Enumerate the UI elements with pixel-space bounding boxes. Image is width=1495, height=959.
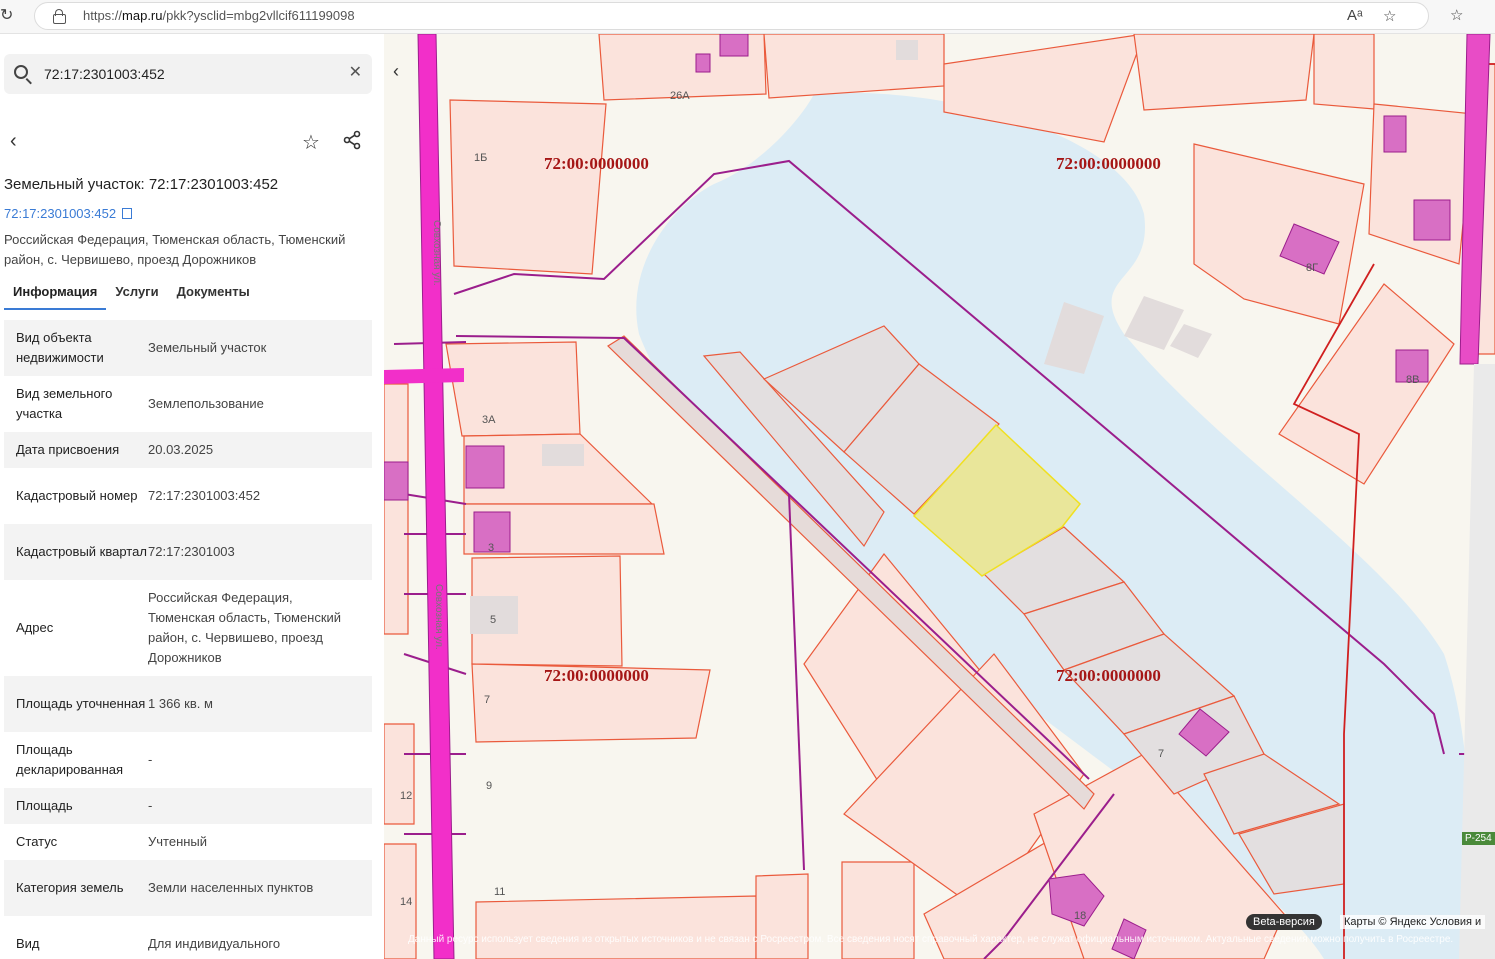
property-key: Статус xyxy=(16,834,58,849)
table-row: Площадь - xyxy=(4,788,372,824)
object-address: Российская Федерация, Тюменская область,… xyxy=(4,232,346,267)
search-icon xyxy=(14,65,28,79)
building-number: 8В xyxy=(1406,374,1420,386)
property-key: Адрес xyxy=(16,620,54,635)
property-value: - xyxy=(148,752,153,767)
beta-badge: Beta-версия xyxy=(1246,914,1322,930)
building-number: 12 xyxy=(400,790,413,802)
property-value: Российская Федерация, Тюменская область,… xyxy=(148,590,342,665)
route-sign: Р-254 xyxy=(1462,832,1495,845)
building-number: 26А xyxy=(670,90,690,102)
map-disclaimer: Данный ресурс использует сведения из отк… xyxy=(408,934,1454,945)
building-number: 9 xyxy=(486,780,493,792)
street-label: Совхозная ул. xyxy=(433,584,444,650)
tab-documents[interactable]: Документы xyxy=(168,280,259,310)
property-key: Площадь xyxy=(16,798,73,813)
lock-icon[interactable] xyxy=(53,9,66,24)
building-number: 14 xyxy=(400,896,413,908)
building-number: 3 xyxy=(488,542,495,554)
tab-info[interactable]: Информация xyxy=(4,280,107,310)
info-panel: ✕ ‹ ☆ Земельный участок: 72:17:2301003:4… xyxy=(0,34,384,959)
quarter-label: 72:00:0000000 xyxy=(544,154,649,173)
property-value: 72:17:2301003:452 xyxy=(148,488,261,503)
collapse-panel-button[interactable]: ‹ xyxy=(384,56,408,86)
url-text[interactable]: https://map.ru/pkk?ysclid=mbg2vllcif6111… xyxy=(83,8,355,23)
property-value: 72:17:2301003 xyxy=(148,544,235,559)
property-key: Вид земельного участка xyxy=(16,386,113,421)
property-value: - xyxy=(148,798,153,813)
map-copyright[interactable]: Карты © Яндекс Условия и xyxy=(1340,915,1486,929)
property-key: Вид объекта недвижимости xyxy=(16,330,104,365)
building-number: 7 xyxy=(1158,748,1165,760)
address-bar[interactable]: https://map.ru/pkk?ysclid=mbg2vllcif6111… xyxy=(34,2,1429,30)
property-key: Вид xyxy=(16,936,40,951)
tab-services[interactable]: Услуги xyxy=(106,280,167,310)
building-number: 8Г xyxy=(1306,262,1319,274)
table-row: Статус Учтенный xyxy=(4,824,372,860)
cadastral-number-link[interactable]: 72:17:2301003:452 xyxy=(4,206,133,221)
building-number: 18 xyxy=(1074,910,1087,922)
building-number: 7 xyxy=(484,694,491,706)
property-value: Земельный участок xyxy=(148,340,267,355)
side-road xyxy=(384,368,464,384)
clear-search-icon[interactable]: ✕ xyxy=(349,64,362,82)
table-row: Кадастровый квартал 72:17:2301003 xyxy=(4,524,372,580)
property-value: Для индивидуального xyxy=(148,936,281,951)
search-input[interactable] xyxy=(44,62,334,86)
building-number: 3А xyxy=(482,414,496,426)
quarter-label: 72:00:0000000 xyxy=(1056,154,1161,173)
reload-icon[interactable]: ↻ xyxy=(0,6,20,26)
property-key: Категория земель xyxy=(16,880,124,895)
property-key: Площадь уточненная xyxy=(16,696,146,711)
object-title: Земельный участок: 72:17:2301003:452 xyxy=(4,176,279,193)
copy-icon[interactable] xyxy=(122,208,133,219)
table-row: Кадастровый номер 72:17:2301003:452 xyxy=(4,468,372,524)
browser-toolbar: ↻ https://map.ru/pkk?ysclid=mbg2vllcif61… xyxy=(0,0,1495,34)
property-value: 1 366 кв. м xyxy=(148,696,213,711)
table-row: Дата присвоения 20.03.2025 xyxy=(4,432,372,468)
table-row: Площадь уточненная 1 366 кв. м xyxy=(4,676,372,732)
cadastral-number-text[interactable]: 72:17:2301003:452 xyxy=(4,206,116,221)
table-row: Площадь декларированная - xyxy=(4,732,372,788)
quarter-label: 72:00:0000000 xyxy=(544,666,649,685)
building-number: 11 xyxy=(494,886,506,898)
property-key: Дата присвоения xyxy=(16,442,120,457)
table-row: Вид Для индивидуального xyxy=(4,916,372,959)
property-key: Площадь декларированная xyxy=(16,742,124,777)
favorites-icon[interactable]: ☆ xyxy=(1450,6,1463,24)
property-value: Землепользование xyxy=(148,396,264,411)
favorite-button[interactable]: ☆ xyxy=(302,130,326,154)
back-button[interactable]: ‹ xyxy=(10,130,34,154)
tabs: Информация Услуги Документы xyxy=(4,280,259,310)
property-value: Учтенный xyxy=(148,834,208,849)
property-value: Земли населенных пунктов xyxy=(148,880,314,895)
property-key: Кадастровый номер xyxy=(16,488,138,503)
read-aloud-icon[interactable]: A͏ᵃ xyxy=(1347,7,1363,24)
share-icon xyxy=(343,130,361,150)
table-row: Адрес Российская Федерация, Тюменская обл… xyxy=(4,580,372,676)
highway xyxy=(1459,364,1495,959)
building-number: 5 xyxy=(490,614,497,626)
search-box: ✕ xyxy=(4,54,372,94)
property-key: Кадастровый квартал xyxy=(16,544,147,559)
quarter-label: 72:00:0000000 xyxy=(1056,666,1161,685)
property-value: 20.03.2025 xyxy=(148,442,214,457)
table-row: Вид объекта недвижимости Земельный участо… xyxy=(4,320,372,376)
cadastral-map[interactable]: ‹ 72:00:0000000 72:00:0000000 72:00:0000… xyxy=(384,34,1495,959)
table-row: Вид земельного участка Землепользование xyxy=(4,376,372,432)
building-number: 1Б xyxy=(474,152,488,164)
table-row: Категория земель Земли населенных пунктов xyxy=(4,860,372,916)
properties-table: Вид объекта недвижимости Земельный участо… xyxy=(4,320,372,959)
share-button[interactable] xyxy=(342,130,366,154)
favorite-star-icon[interactable]: ☆ xyxy=(1383,7,1396,25)
street-label: Совхозная ул. xyxy=(431,220,442,286)
